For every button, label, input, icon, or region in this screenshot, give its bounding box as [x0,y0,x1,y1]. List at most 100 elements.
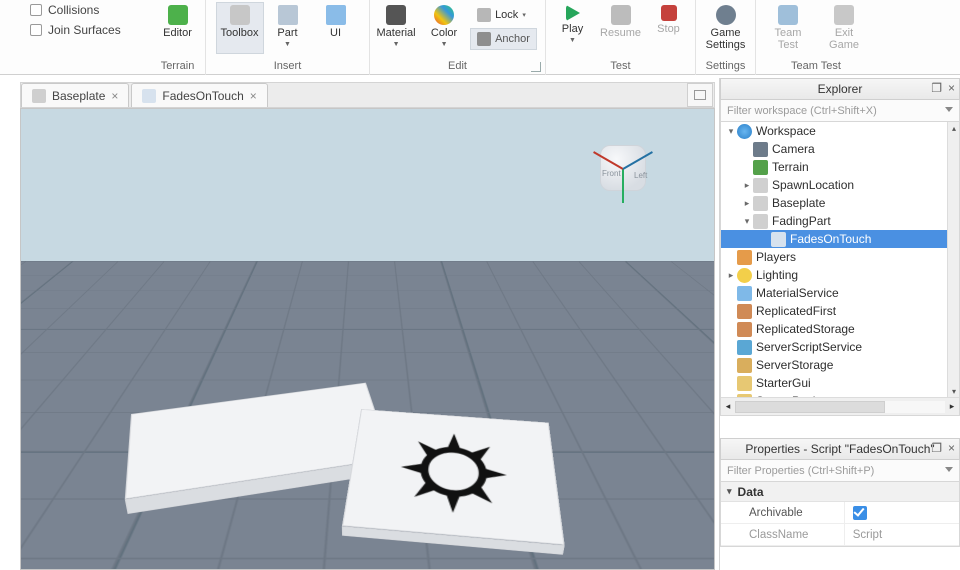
replicated-storage-icon [737,322,752,337]
join-surfaces-checkbox[interactable]: Join Surfaces [30,20,150,40]
document-tabstrip: Baseplate × FadesOnTouch × [20,82,715,108]
properties-category-data[interactable]: ▾ Data [721,482,959,502]
tab-fades-on-touch[interactable]: FadesOnTouch × [131,83,267,107]
part-icon [753,214,768,229]
anchor-label: Anchor [495,33,530,45]
node-label: Terrain [772,160,809,174]
terrain-editor-icon [168,5,188,25]
viewport-window-button[interactable] [687,83,713,107]
game-settings-button[interactable]: GameSettings [698,2,754,54]
chevron-down-icon[interactable]: ▾ [727,486,732,497]
color-label: Color [431,27,457,39]
property-row-archivable[interactable]: Archivable [721,502,959,524]
tab-baseplate[interactable]: Baseplate × [21,83,129,107]
undock-icon[interactable]: ❐ [931,441,942,455]
team-test-button[interactable]: TeamTest [760,2,816,54]
tree-node-replicatedstorage[interactable]: ReplicatedStorage [721,320,947,338]
team-test-label: TeamTest [775,27,802,51]
tree-node-replicatedfirst[interactable]: ReplicatedFirst [721,302,947,320]
exit-game-button[interactable]: ExitGame [816,2,872,54]
close-icon[interactable]: × [111,89,118,103]
scroll-thumb[interactable] [735,401,885,413]
part-button[interactable]: Part ▼ [264,2,312,54]
anchor-button[interactable]: Anchor [470,28,537,50]
scroll-down-icon[interactable]: ▾ [948,385,960,397]
scroll-up-icon[interactable]: ▴ [948,122,960,134]
ribbon-group-terrain: Editor Terrain [150,0,206,75]
anchor-icon [477,32,491,46]
tab-script-label: FadesOnTouch [162,89,243,103]
tree-node-terrain[interactable]: Terrain [721,158,947,176]
chevron-down-icon[interactable]: ▾ [725,126,737,137]
node-label: StarterGui [756,376,811,390]
replicated-first-icon [737,304,752,319]
tree-node-serverstorage[interactable]: ServerStorage [721,356,947,374]
node-label: SpawnLocation [772,178,854,192]
scroll-right-icon[interactable]: ▸ [945,401,959,412]
tree-node-camera[interactable]: Camera [721,140,947,158]
tree-node-startergui[interactable]: StarterGui [721,374,947,392]
edit-dialog-launcher-icon[interactable] [531,62,541,72]
property-value[interactable] [845,502,959,523]
orientation-gizmo[interactable]: Front Left [582,139,662,219]
color-icon [434,5,454,25]
node-label: FadingPart [772,214,831,228]
editor-label: Editor [163,27,192,39]
part-face-top [342,409,565,545]
ribbon-groups: Editor Terrain Toolbox Part ▼ UI [150,0,960,75]
material-button[interactable]: Material ▼ [372,2,420,54]
checkbox-checked-icon[interactable] [853,506,867,520]
ui-button[interactable]: UI [312,2,360,54]
tree-node-fadingpart[interactable]: ▾ FadingPart [721,212,947,230]
tree-node-materialservice[interactable]: MaterialService [721,284,947,302]
resume-button[interactable]: Resume [597,2,645,54]
close-icon[interactable]: × [948,441,955,455]
tree-node-serverscriptservice[interactable]: ServerScriptService [721,338,947,356]
ui-label: UI [330,27,341,39]
tree-node-workspace[interactable]: ▾Workspace [721,122,947,140]
stop-button[interactable]: Stop [645,2,693,54]
chevron-down-icon[interactable]: ▾ [741,216,753,227]
tree-node-lighting[interactable]: ▸Lighting [721,266,947,284]
tree-node-fadesontouch[interactable]: FadesOnTouch [721,230,947,248]
color-button[interactable]: Color ▼ [420,2,468,54]
properties-title-bar[interactable]: Properties - Script "FadesOnTouch" ❐ × [720,438,960,460]
folder-icon [737,376,752,391]
tree-node-players[interactable]: Players [721,248,947,266]
close-icon[interactable]: × [948,81,955,95]
explorer-filter-input[interactable]: Filter workspace (Ctrl+Shift+X) [720,100,960,122]
place-icon [32,89,46,103]
toolbox-button[interactable]: Toolbox [216,2,264,54]
node-label: MaterialService [756,286,839,300]
scroll-left-icon[interactable]: ◂ [721,401,735,412]
close-icon[interactable]: × [250,89,257,103]
gear-icon [716,5,736,25]
node-label: Camera [772,142,815,156]
editor-button[interactable]: Editor [154,2,202,54]
ribbon-group-test: Play ▼ Resume Stop Test [546,0,696,75]
undock-icon[interactable]: ❐ [931,81,942,95]
toolbox-label: Toolbox [221,27,259,39]
chevron-right-icon[interactable]: ▸ [741,198,753,209]
stop-label: Stop [657,23,680,35]
tree-node-spawnlocation[interactable]: ▸ SpawnLocation [721,176,947,194]
lock-button[interactable]: Lock ▾ [470,4,537,26]
play-button[interactable]: Play ▼ [549,2,597,54]
tree-node-baseplate[interactable]: ▸Baseplate [721,194,947,212]
collisions-checkbox[interactable]: Collisions [30,0,150,20]
play-label: Play [562,23,583,35]
explorer-vertical-scrollbar[interactable]: ▴ ▾ [947,122,959,397]
lock-label: Lock [495,9,518,21]
3d-viewport[interactable]: Front Left [20,108,715,570]
explorer-title: Explorer [818,82,863,96]
dropdown-icon[interactable] [945,467,953,472]
chevron-right-icon[interactable]: ▸ [741,180,753,191]
dropdown-icon[interactable] [945,107,953,112]
part-label: Part [277,27,297,39]
explorer-horizontal-scrollbar[interactable]: ◂ ▸ [721,397,959,415]
explorer-title-bar[interactable]: Explorer ❐ × [720,78,960,100]
chevron-right-icon[interactable]: ▸ [725,270,737,281]
properties-filter-input[interactable]: Filter Properties (Ctrl+Shift+P) [720,460,960,482]
window-icon [694,90,706,100]
scroll-track[interactable] [735,401,945,413]
